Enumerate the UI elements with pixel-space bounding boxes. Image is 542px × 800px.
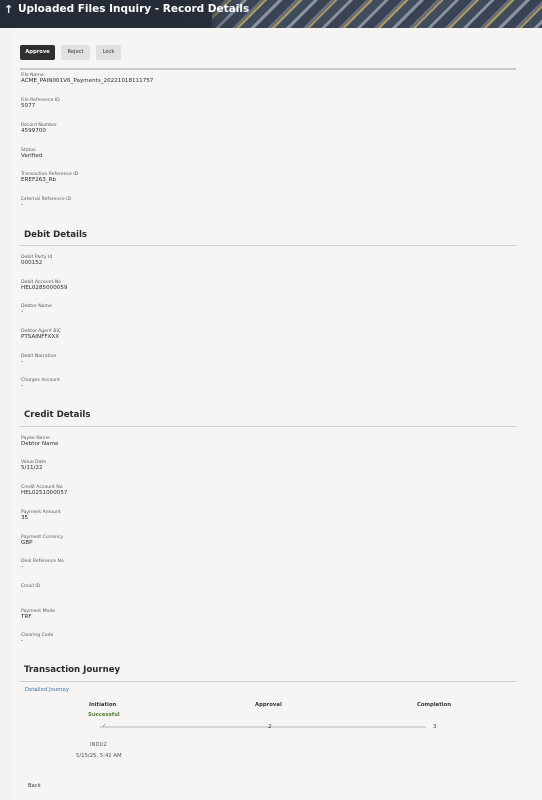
field-value: -	[21, 359, 24, 365]
field-label: Clearing Code	[21, 633, 54, 638]
field-status: Status Verified	[21, 148, 42, 159]
field-record-number: Record Number 4599700	[21, 123, 57, 134]
field-charges-account: Charges Account -	[21, 378, 60, 389]
step-complete-icon: ✓	[102, 723, 107, 729]
field-value: GBP	[21, 540, 33, 546]
field-file-reference-id: File Reference ID 5077	[21, 98, 60, 109]
field-debit-party-id: Debit Party Id 000152	[21, 255, 52, 266]
field-value: -	[21, 309, 24, 315]
back-arrow-icon[interactable]: ↑	[4, 3, 13, 16]
field-value: HEL0251000057	[21, 490, 68, 496]
field-external-reference-id: External Reference ID -	[21, 197, 71, 208]
debit-details-heading: Debit Details	[24, 230, 88, 240]
field-credit-account-no: Credit Account No HEL0251000057	[21, 485, 67, 496]
field-payment-amount: Payment Amount 35	[21, 510, 61, 521]
journey-divider	[20, 681, 516, 682]
field-label: Charges Account	[21, 378, 60, 383]
field-payment-currency: Payment Currency GBP	[21, 535, 63, 546]
field-value: PTSAINFFXXX	[21, 334, 60, 340]
field-value: Verified	[21, 153, 43, 159]
field-value: TRF	[21, 614, 32, 620]
debit-divider	[20, 245, 516, 246]
field-value: -	[21, 564, 24, 570]
lock-button[interactable]: Lock	[96, 45, 121, 60]
stage-status-successful: Successful	[88, 712, 120, 718]
field-value: 5/11/22	[21, 465, 43, 471]
field-debtor-agent-bic: Debtor Agent BIC PTSAINFFXXX	[21, 329, 61, 340]
credit-details-heading: Credit Details	[24, 410, 91, 420]
field-value: 000152	[21, 260, 43, 266]
reject-button[interactable]: Reject	[61, 45, 90, 60]
field-deal-reference-no: Deal Reference No -	[21, 559, 64, 570]
page-title: Uploaded Files Inquiry - Record Details	[18, 3, 250, 15]
field-debtor-name: Debtor Name -	[21, 304, 52, 315]
header-bar: ↑ Uploaded Files Inquiry - Record Detail…	[0, 0, 542, 28]
field-file-name: File Name ACME_PAIN001V6_Payments_202210…	[21, 73, 153, 84]
field-label: Debit Narrative	[21, 354, 57, 359]
credit-divider	[20, 426, 516, 427]
stage-completion: Completion	[417, 702, 452, 708]
field-value: 35	[21, 515, 29, 521]
field-transaction-reference-id: Transaction Reference ID EREF263_Rb	[21, 172, 78, 183]
stage-approval: Approval	[255, 702, 282, 708]
field-value: 4599700	[21, 128, 46, 134]
step-2-marker: 2	[268, 724, 272, 730]
field-label: External Reference ID	[21, 197, 72, 202]
transaction-journey-heading: Transaction Journey	[24, 665, 121, 675]
field-value: ACME_PAIN001V6_Payments_20221018111757	[21, 78, 154, 84]
field-debit-account-no: Debit Account No HEL0285000059	[21, 280, 67, 291]
field-payee-name: Payee Name Debtor Name	[21, 436, 59, 447]
field-value-date: Value Date 5/11/22	[21, 460, 46, 471]
field-payment-mode: Payment Mode TRF	[21, 609, 55, 620]
field-value: -	[21, 638, 24, 644]
field-value: EREF263_Rb	[21, 177, 57, 183]
field-value: -	[21, 383, 24, 389]
approve-button[interactable]: Approve	[20, 45, 55, 60]
stage-initiation: Initiation	[89, 702, 117, 708]
field-value: Debtor Name	[21, 441, 59, 447]
field-label: Deal Reference No	[21, 559, 64, 564]
field-label: Email ID	[21, 584, 41, 589]
detailed-journey-link[interactable]: Detailed Journey	[25, 687, 69, 693]
field-value: 5077	[21, 103, 36, 109]
journey-timestamp: 5/15/25, 5:42 AM	[76, 753, 122, 759]
journey-user: INDU2	[90, 742, 107, 748]
field-email-id: Email ID	[21, 584, 40, 589]
step-3-marker: 3	[433, 724, 437, 730]
field-clearing-code: Clearing Code -	[21, 633, 53, 644]
field-value: -	[21, 202, 24, 208]
field-debit-narrative: Debit Narrative -	[21, 354, 56, 365]
journey-progress-track	[100, 726, 426, 728]
action-divider	[20, 68, 516, 70]
header-banner-pattern	[212, 0, 542, 28]
back-button[interactable]: Back	[28, 783, 41, 789]
record-details-panel	[12, 28, 542, 800]
field-label: Debtor Name	[21, 304, 52, 309]
field-value: HEL0285000059	[21, 285, 68, 291]
